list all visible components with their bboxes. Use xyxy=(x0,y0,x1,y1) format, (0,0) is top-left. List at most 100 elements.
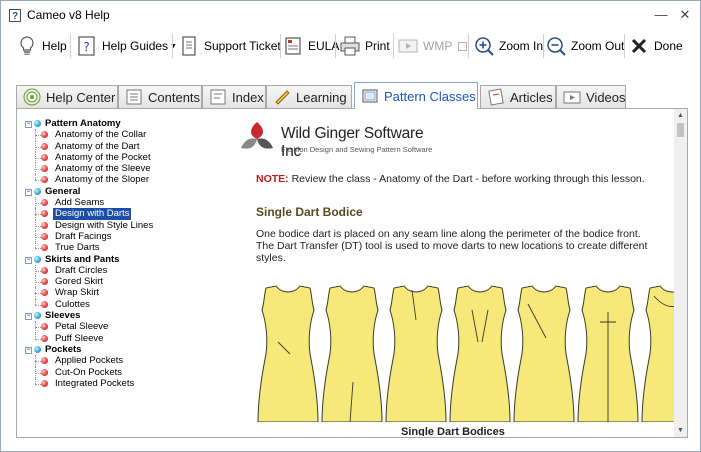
help-guides-button[interactable]: ? Help Guides ▼ xyxy=(76,33,177,59)
wild-ginger-logo-icon xyxy=(238,120,276,158)
tree-item[interactable]: Design with Style Lines xyxy=(23,219,213,231)
logo-company-name: Wild Ginger Software Inc xyxy=(281,125,424,160)
folder-orb-icon xyxy=(34,187,41,195)
wmp-button[interactable]: WMP xyxy=(397,33,468,59)
tree-group-general[interactable]: − General xyxy=(23,186,213,197)
tree-item-label: Anatomy of the Pocket xyxy=(55,151,151,163)
toolbar: Help ? Help Guides ▼ Support Ticket EULA… xyxy=(1,30,700,64)
zoom-in-button[interactable]: Zoom In xyxy=(473,33,543,59)
tree-item-label: Culottes xyxy=(55,298,90,310)
lesson-note: NOTE: Review the class - Anatomy of the … xyxy=(256,173,645,185)
videos-icon xyxy=(563,91,581,104)
bodice-figure xyxy=(449,285,511,422)
collapse-toggle-icon[interactable]: − xyxy=(25,188,32,196)
svg-text:?: ? xyxy=(83,40,89,54)
illustration-caption: Single Dart Bodices xyxy=(401,426,505,436)
tab-help-center[interactable]: Help Center xyxy=(16,85,118,108)
learning-icon xyxy=(275,90,290,105)
tree-item[interactable]: Culottes xyxy=(23,298,213,310)
tree-item[interactable]: Anatomy of the Sloper xyxy=(23,174,213,185)
lesson-tree: − Pattern Anatomy Anatomy of the Collar Ana… xyxy=(23,118,213,389)
tree-item-label: Wrap Skirt xyxy=(55,287,100,299)
tree-item[interactable]: Design with Darts xyxy=(23,207,213,221)
logo-tagline: Fashion Design and Sewing Pattern Softwa… xyxy=(281,145,433,154)
vertical-scrollbar[interactable]: ▲ ▼ xyxy=(674,109,687,437)
tree-item-label: Add Seams xyxy=(55,197,105,209)
print-button[interactable]: Print xyxy=(339,33,390,59)
tree-item-label: Applied Pockets xyxy=(55,355,124,367)
tree-item[interactable]: Puff Sleeve xyxy=(23,332,213,344)
lesson-orb-icon xyxy=(41,278,48,286)
lesson-orb-icon xyxy=(41,300,48,308)
done-button[interactable]: Done xyxy=(628,33,683,59)
lesson-orb-icon xyxy=(41,244,48,252)
tree-connector xyxy=(35,169,41,171)
tree-group-label: General xyxy=(45,185,81,197)
tree-item[interactable]: Cut-On Pockets xyxy=(23,366,213,378)
zoom-in-label: Zoom In xyxy=(499,39,544,53)
section-heading: Single Dart Bodice xyxy=(256,205,363,219)
tab-contents[interactable]: Contents xyxy=(118,85,202,108)
toolbar-separator xyxy=(172,34,173,58)
tree-item[interactable]: True Darts xyxy=(23,242,213,253)
tree-item[interactable]: Gored Skirt xyxy=(23,276,213,288)
tree-group-pattern-anatomy[interactable]: − Pattern Anatomy xyxy=(23,118,213,129)
collapse-toggle-icon[interactable]: − xyxy=(25,313,32,321)
tree-item-label: Anatomy of the Sleeve xyxy=(55,163,151,175)
tree-group-skirts-and-pants[interactable]: − Skirts and Pants xyxy=(23,254,213,265)
toolbar-separator xyxy=(70,34,71,58)
collapse-toggle-icon[interactable]: − xyxy=(25,346,32,354)
tree-item-label: Integrated Pockets xyxy=(55,377,135,389)
tab-videos[interactable]: Videos xyxy=(556,85,626,108)
zoom-out-icon xyxy=(547,37,566,56)
tree-group-pockets[interactable]: − Pockets xyxy=(23,344,213,355)
tree-item-label: Draft Circles xyxy=(55,264,108,276)
tree-item[interactable]: Integrated Pockets xyxy=(23,377,213,389)
tree-item[interactable]: Anatomy of the Dart xyxy=(23,140,213,152)
tree-item[interactable]: Anatomy of the Collar xyxy=(23,129,213,141)
eula-button[interactable]: EULA xyxy=(282,33,339,59)
collapse-toggle-icon[interactable]: − xyxy=(25,256,32,264)
lesson-orb-icon xyxy=(41,131,48,139)
tree-item-label: True Darts xyxy=(55,242,100,254)
lesson-orb-icon xyxy=(41,368,48,376)
tab-learning[interactable]: Learning xyxy=(266,85,352,108)
tree-item-label: Petal Sleeve xyxy=(55,321,109,333)
zoom-out-button[interactable]: Zoom Out xyxy=(545,33,624,59)
tree-group-label: Skirts and Pants xyxy=(45,253,120,265)
toolbar-separator xyxy=(393,34,394,58)
close-button[interactable]: ✕ xyxy=(675,6,695,24)
minimize-button[interactable]: — xyxy=(651,6,671,24)
bodice-figure xyxy=(257,285,319,422)
tab-label: Index xyxy=(232,89,264,105)
collapse-toggle-icon[interactable]: − xyxy=(25,121,32,128)
tree-item[interactable]: Draft Circles xyxy=(23,264,213,277)
tab-articles[interactable]: Articles xyxy=(480,85,556,108)
print-label: Print xyxy=(365,39,390,53)
tree-item[interactable]: Wrap Skirt xyxy=(23,287,213,299)
media-player-icon xyxy=(398,39,418,53)
window-title: Cameo v8 Help xyxy=(27,8,110,22)
tree-connector xyxy=(35,293,41,295)
lesson-orb-icon xyxy=(41,323,48,331)
tree-connector xyxy=(35,214,41,216)
tree-item[interactable]: Draft Facings xyxy=(23,230,213,243)
support-ticket-button[interactable]: Support Ticket xyxy=(178,33,281,59)
tab-pattern-classes[interactable]: Pattern Classes xyxy=(354,82,478,109)
tree-connector xyxy=(35,180,41,182)
bodice-figure xyxy=(321,285,383,422)
tree-item[interactable]: Petal Sleeve xyxy=(23,321,213,333)
scroll-down-arrow-icon[interactable]: ▼ xyxy=(674,424,687,437)
tab-index[interactable]: Index xyxy=(202,85,266,108)
toolbar-separator xyxy=(543,34,544,58)
scroll-up-arrow-icon[interactable]: ▲ xyxy=(674,109,687,122)
help-button[interactable]: Help xyxy=(16,33,67,59)
tree-item[interactable]: Add Seams xyxy=(23,197,213,209)
folder-orb-icon xyxy=(34,312,41,320)
folder-orb-icon xyxy=(34,345,41,353)
tree-item[interactable]: Anatomy of the Pocket xyxy=(23,151,213,164)
tree-group-sleeves[interactable]: − Sleeves xyxy=(23,310,213,321)
tree-item[interactable]: Anatomy of the Sleeve xyxy=(23,163,213,175)
tree-item[interactable]: Applied Pockets xyxy=(23,355,213,367)
scroll-thumb[interactable] xyxy=(677,123,684,137)
